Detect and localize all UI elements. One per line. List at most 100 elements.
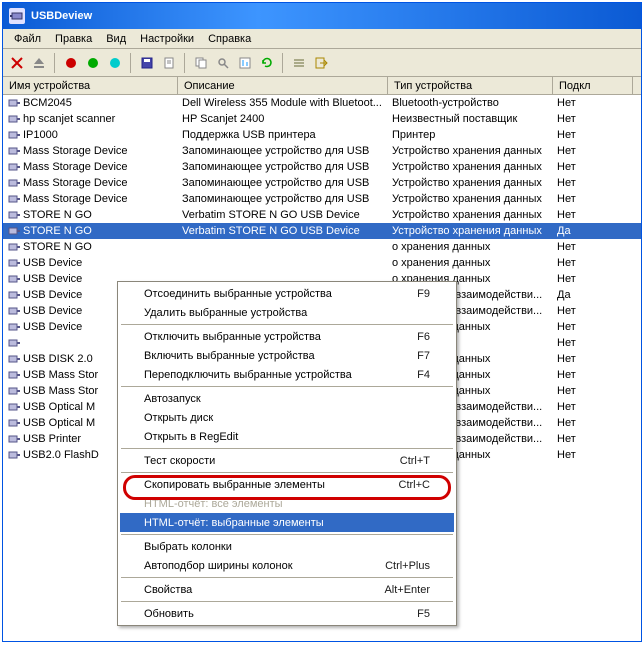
grid-header: Имя устройства Описание Тип устройства П…	[3, 77, 641, 95]
context-item[interactable]: Выбрать колонки	[120, 537, 454, 556]
cell-desc: Запоминающее устройство для USB	[178, 161, 388, 173]
cell-type: Устройство хранения данных	[388, 225, 553, 237]
table-row[interactable]: Mass Storage DeviceЗапоминающее устройст…	[3, 143, 641, 159]
find-icon[interactable]	[213, 53, 233, 73]
table-row[interactable]: BCM2045Dell Wireless 355 Module with Blu…	[3, 95, 641, 111]
context-item[interactable]: Свойства Alt+Enter	[120, 580, 454, 599]
table-row[interactable]: STORE N GOVerbatim STORE N GO USB Device…	[3, 223, 641, 239]
cell-desc: Поддержка USB принтера	[178, 129, 388, 141]
toolbar-separator	[282, 53, 284, 73]
cell-type: Неизвестный поставщик	[388, 113, 553, 125]
table-row[interactable]: Mass Storage DeviceЗапоминающее устройст…	[3, 159, 641, 175]
cell-conn: Нет	[553, 401, 633, 413]
options-icon[interactable]	[289, 53, 309, 73]
context-item[interactable]: Переподключить выбранные устройстваF4	[120, 365, 454, 384]
red-dot-icon[interactable]	[61, 53, 81, 73]
context-item[interactable]: Включить выбранные устройстваF7	[120, 346, 454, 365]
copy-icon[interactable]	[191, 53, 211, 73]
context-label: Удалить выбранные устройства	[144, 307, 307, 319]
context-separator	[121, 448, 453, 449]
cell-type: Устройство хранения данных	[388, 145, 553, 157]
context-item[interactable]: Отсоединить выбранные устройстваF9	[120, 284, 454, 303]
context-item[interactable]: Удалить выбранные устройства	[120, 303, 454, 322]
col-conn[interactable]: Подкл	[553, 77, 633, 94]
context-item[interactable]: Отключить выбранные устройстваF6	[120, 327, 454, 346]
titlebar[interactable]: USBDeview	[3, 3, 641, 29]
context-item[interactable]: Тест скоростиCtrl+T	[120, 451, 454, 470]
context-shortcut: Ctrl+C	[399, 479, 430, 491]
context-shortcut: Alt+Enter	[384, 584, 430, 596]
save-icon[interactable]	[137, 53, 157, 73]
table-row[interactable]: hp scanjet scannerHP Scanjet 2400Неизвес…	[3, 111, 641, 127]
green-dot-icon[interactable]	[83, 53, 103, 73]
col-type[interactable]: Тип устройства	[388, 77, 553, 94]
context-item[interactable]: Скопировать выбранные элементыCtrl+C	[120, 475, 454, 494]
context-separator	[121, 534, 453, 535]
cell-conn: Нет	[553, 417, 633, 429]
context-separator	[121, 386, 453, 387]
cell-conn: Нет	[553, 257, 633, 269]
table-row[interactable]: USB Deviceо хранения данныхНет	[3, 255, 641, 271]
cell-name: Mass Storage Device	[3, 144, 178, 158]
menu-file[interactable]: Файл	[7, 31, 48, 47]
table-row[interactable]: IP1000Поддержка USB принтераПринтерНет	[3, 127, 641, 143]
cell-conn: Нет	[553, 209, 633, 221]
eject-icon[interactable]	[29, 53, 49, 73]
context-label: Автозапуск	[144, 393, 201, 405]
cell-name: STORE N GO	[3, 240, 178, 254]
cell-type: Устройство хранения данных	[388, 209, 553, 221]
cell-conn: Нет	[553, 129, 633, 141]
menu-help[interactable]: Справка	[201, 31, 258, 47]
context-item[interactable]: Автоподбор ширины колонокCtrl+Plus	[120, 556, 454, 575]
cyan-dot-icon[interactable]	[105, 53, 125, 73]
cell-type: Bluetooth-устройство	[388, 97, 553, 109]
context-item[interactable]: HTML-отчёт: выбранные элементы	[120, 513, 454, 532]
context-item[interactable]: Открыть диск	[120, 408, 454, 427]
context-shortcut: Ctrl+T	[400, 455, 430, 467]
refresh-icon[interactable]	[257, 53, 277, 73]
context-separator	[121, 601, 453, 602]
cell-desc: Запоминающее устройство для USB	[178, 145, 388, 157]
properties-icon[interactable]	[159, 53, 179, 73]
cell-conn: Нет	[553, 97, 633, 109]
table-row[interactable]: STORE N GOVerbatim STORE N GO USB Device…	[3, 207, 641, 223]
context-item[interactable]: HTML-отчёт: все элементы	[120, 494, 454, 513]
context-shortcut: F6	[417, 331, 430, 343]
menu-settings[interactable]: Настройки	[133, 31, 201, 47]
context-item[interactable]: Автозапуск	[120, 389, 454, 408]
menubar: Файл Правка Вид Настройки Справка	[3, 29, 641, 49]
cell-conn: Нет	[553, 113, 633, 125]
context-label: Свойства	[144, 584, 192, 596]
toolbar	[3, 49, 641, 77]
table-row[interactable]: Mass Storage DeviceЗапоминающее устройст…	[3, 191, 641, 207]
context-item[interactable]: ОбновитьF5	[120, 604, 454, 623]
context-label: Включить выбранные устройства	[144, 350, 315, 362]
cell-conn: Нет	[553, 241, 633, 253]
cell-name: Mass Storage Device	[3, 192, 178, 206]
context-label: Переподключить выбранные устройства	[144, 369, 352, 381]
delete-icon[interactable]	[7, 53, 27, 73]
table-row[interactable]: Mass Storage DeviceЗапоминающее устройст…	[3, 175, 641, 191]
cell-conn: Нет	[553, 433, 633, 445]
col-name[interactable]: Имя устройства	[3, 77, 178, 94]
cell-conn: Нет	[553, 273, 633, 285]
table-row[interactable]: STORE N GOо хранения данныхНет	[3, 239, 641, 255]
col-desc[interactable]: Описание	[178, 77, 388, 94]
cell-conn: Да	[553, 289, 633, 301]
context-separator	[121, 577, 453, 578]
menu-edit[interactable]: Правка	[48, 31, 99, 47]
cell-conn: Нет	[553, 161, 633, 173]
cell-conn: Да	[553, 225, 633, 237]
context-label: HTML-отчёт: все элементы	[144, 498, 283, 510]
context-item[interactable]: Открыть в RegEdit	[120, 427, 454, 446]
cell-conn: Нет	[553, 449, 633, 461]
cell-name: Mass Storage Device	[3, 160, 178, 174]
context-label: Автоподбор ширины колонок	[144, 560, 293, 572]
context-label: Открыть диск	[144, 412, 213, 424]
menu-view[interactable]: Вид	[99, 31, 133, 47]
cell-desc: Verbatim STORE N GO USB Device	[178, 225, 388, 237]
cell-name: hp scanjet scanner	[3, 112, 178, 126]
report-icon[interactable]	[235, 53, 255, 73]
cell-conn: Нет	[553, 337, 633, 349]
exit-icon[interactable]	[311, 53, 331, 73]
